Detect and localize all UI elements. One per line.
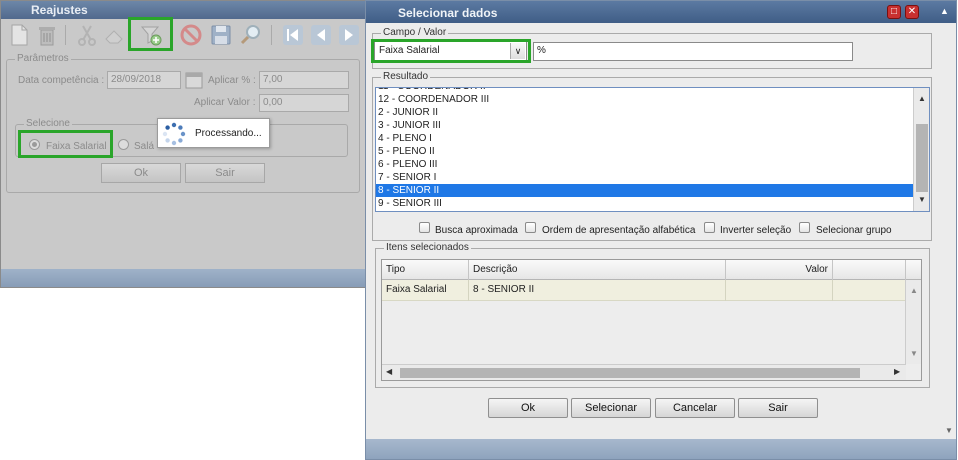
calendar-icon[interactable]: [185, 71, 203, 89]
list-item[interactable]: 9 - SENIOR III: [376, 197, 914, 210]
list-item[interactable]: 6 - PLENO III: [376, 158, 914, 171]
grid-hscroll-thumb[interactable]: [400, 368, 860, 378]
grid-vscroll[interactable]: ▲ ▼: [905, 280, 921, 364]
ordem-alfabetica-label: Ordem de apresentação alfabética: [542, 225, 696, 236]
reajustes-statusbar: [1, 269, 365, 287]
reajustes-title: Reajustes: [1, 1, 365, 19]
aplicar-pct-input[interactable]: 7,00: [259, 71, 349, 89]
aplicar-valor-input[interactable]: 0,00: [259, 94, 349, 112]
busca-aproximada-checkbox[interactable]: [419, 222, 430, 233]
campo-select-highlight: [371, 39, 531, 63]
ok-button[interactable]: Ok: [488, 398, 568, 418]
resultado-legend: Resultado: [381, 71, 431, 82]
aplicar-valor-label: Aplicar Valor :: [194, 97, 256, 108]
selecionar-grupo-checkbox[interactable]: [799, 222, 810, 233]
itens-grid: Tipo Descrição Valor Faixa Salarial 8 - …: [381, 259, 922, 381]
selecionar-dados-modal: Selecionar dados □ ✕ ▲ Campo / Valor Fai…: [365, 0, 957, 460]
busca-aproximada-label: Busca aproximada: [435, 225, 518, 236]
inverter-selecao-label: Inverter seleção: [720, 225, 792, 236]
trash-icon[interactable]: [35, 23, 59, 47]
grid-cell-extra: [833, 280, 906, 301]
radio-other[interactable]: [118, 139, 129, 150]
next-record-icon[interactable]: [337, 23, 361, 47]
table-row[interactable]: Faixa Salarial 8 - SENIOR II: [382, 280, 906, 301]
save-icon[interactable]: [209, 23, 233, 47]
ordem-alfabetica-checkbox[interactable]: [525, 222, 536, 233]
grid-cell-valor: [726, 280, 833, 301]
grid-scroll-up-icon[interactable]: ▲: [906, 286, 922, 295]
maximize-icon[interactable]: □: [887, 5, 901, 19]
reajustes-sair-button[interactable]: Sair: [185, 163, 265, 183]
modal-scroll-down-icon[interactable]: ▼: [942, 426, 956, 435]
selecione-legend: Selecione: [24, 118, 72, 129]
inverter-selecao-checkbox[interactable]: [704, 222, 715, 233]
reajustes-toolbar: [1, 19, 367, 51]
grid-cell-tipo: Faixa Salarial: [382, 280, 469, 301]
list-item[interactable]: 4 - PLENO I: [376, 132, 914, 145]
resultado-list[interactable]: 11 - COORDENADOR II12 - COORDENADOR III2…: [375, 87, 930, 212]
sair-button[interactable]: Sair: [738, 398, 818, 418]
list-item[interactable]: 5 - PLENO II: [376, 145, 914, 158]
aplicar-pct-label: Aplicar % :: [208, 75, 256, 86]
processing-toast: Processando...: [157, 118, 270, 148]
toolbar-separator: [271, 25, 272, 45]
scroll-thumb[interactable]: [916, 124, 928, 192]
scroll-up-arrow-icon[interactable]: ▲: [914, 92, 929, 106]
data-competencia-input[interactable]: 28/09/2018: [107, 71, 181, 89]
grid-header-descricao[interactable]: Descrição: [469, 260, 726, 280]
spinner-icon: [162, 122, 186, 146]
processing-text: Processando...: [195, 128, 262, 139]
previous-record-icon[interactable]: [309, 23, 333, 47]
modal-statusbar: [366, 439, 956, 459]
grid-scroll-left-icon[interactable]: ◀: [386, 367, 392, 376]
grid-header-extra: [833, 260, 906, 280]
list-item[interactable]: 12 - COORDENADOR III: [376, 93, 914, 106]
close-icon[interactable]: ✕: [905, 5, 919, 19]
modal-scrollbar[interactable]: ▼: [942, 23, 956, 439]
campo-valor-legend: Campo / Valor: [381, 27, 449, 38]
list-item[interactable]: 7 - SENIOR I: [376, 171, 914, 184]
reajustes-ok-button[interactable]: Ok: [101, 163, 181, 183]
list-item[interactable]: 8 - SENIOR II: [376, 184, 914, 197]
grid-hscroll[interactable]: ◀ ▶: [382, 364, 906, 380]
parametros-legend: Parâmetros: [15, 53, 71, 64]
grid-header-valor[interactable]: Valor: [726, 260, 833, 280]
list-item[interactable]: 2 - JUNIOR II: [376, 106, 914, 119]
scroll-up-icon[interactable]: ▲: [940, 6, 949, 16]
selecionar-button[interactable]: Selecionar: [571, 398, 651, 418]
filter-button-highlight: [128, 17, 173, 51]
itens-selecionados-legend: Itens selecionados: [384, 242, 471, 253]
resultado-scrollbar[interactable]: ▲ ▼: [913, 88, 929, 211]
new-document-icon[interactable]: [7, 23, 31, 47]
resultado-rows: 11 - COORDENADOR II12 - COORDENADOR III2…: [376, 88, 914, 210]
faixa-salarial-highlight: [18, 130, 113, 158]
first-record-icon[interactable]: [281, 23, 305, 47]
cut-icon[interactable]: [75, 23, 99, 47]
modal-titlebar: Selecionar dados □ ✕ ▲: [366, 1, 956, 23]
eraser-icon[interactable]: [103, 23, 127, 47]
grid-header: Tipo Descrição Valor: [382, 260, 921, 280]
modal-title: Selecionar dados: [398, 6, 498, 20]
toolbar-separator: [65, 25, 66, 45]
cancel-icon[interactable]: [179, 23, 203, 47]
scroll-down-arrow-icon[interactable]: ▼: [914, 193, 929, 207]
cancelar-button[interactable]: Cancelar: [655, 398, 735, 418]
search-icon[interactable]: [239, 23, 263, 47]
radio-other-label: Salá: [134, 141, 155, 152]
list-item[interactable]: 3 - JUNIOR III: [376, 119, 914, 132]
data-competencia-label: Data competência :: [18, 75, 105, 86]
selecionar-grupo-label: Selecionar grupo: [816, 225, 892, 236]
grid-scroll-right-icon[interactable]: ▶: [894, 367, 900, 376]
valor-input[interactable]: %: [533, 42, 853, 61]
grid-header-tipo[interactable]: Tipo: [382, 260, 469, 280]
grid-scroll-down-icon[interactable]: ▼: [906, 349, 922, 358]
grid-cell-descricao: 8 - SENIOR II: [469, 280, 726, 301]
